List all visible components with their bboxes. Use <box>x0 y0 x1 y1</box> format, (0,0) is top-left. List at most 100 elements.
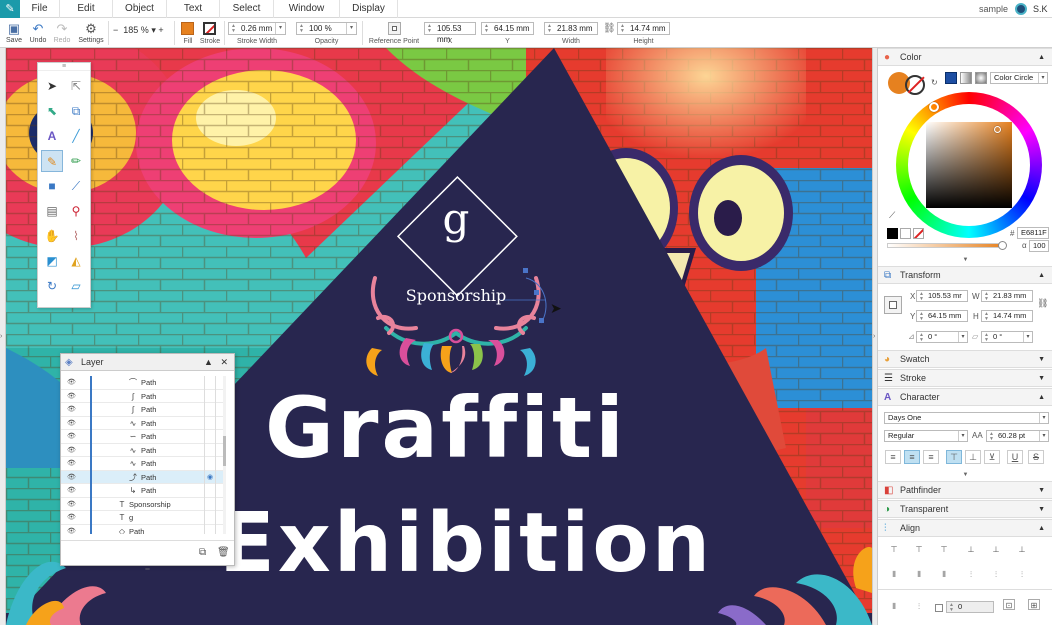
eyedropper-icon[interactable]: ⟋ <box>889 210 895 221</box>
distribute-center-icon[interactable]: ⫴ <box>913 569 925 580</box>
pathfinder-panel-header[interactable]: ◧ Pathfinder ▼ <box>878 481 1052 499</box>
rotate-tool-icon[interactable]: ↻ <box>41 275 63 297</box>
align-panel-header[interactable]: ⫶ Align ▲ <box>878 519 1052 537</box>
text-tool-icon[interactable]: A <box>41 125 63 147</box>
visibility-eye-icon[interactable]: 👁 <box>67 417 76 430</box>
transparent-panel-header[interactable]: ◑ Transparent ▼ <box>878 500 1052 518</box>
transform-x-input[interactable]: ▲ ▼ 105.53 mr <box>916 290 968 302</box>
layer-row[interactable]: 👁 ↳ Path <box>61 484 223 498</box>
gradient-tool-icon[interactable]: ▤ <box>41 200 63 222</box>
sponsorship-text[interactable]: Sponsorship <box>394 286 518 305</box>
align-bottom-center-icon[interactable]: ⊥ <box>990 544 1002 555</box>
font-family-select[interactable]: Days One ▾ <box>884 412 1049 424</box>
color-mode-select[interactable]: Color Circle ▾ <box>990 72 1048 84</box>
x-field[interactable]: ▲ ▼ 105.53 mm <box>424 22 476 44</box>
resize-grip-icon[interactable]: ═ <box>61 567 234 573</box>
reflect-tool-icon[interactable]: ◭ <box>65 250 87 272</box>
visibility-eye-icon[interactable]: 👁 <box>67 390 76 403</box>
current-stroke-color[interactable] <box>905 75 925 95</box>
font-size-input[interactable]: ▲ ▼ 60.28 pt ▾ <box>986 430 1049 442</box>
pen-tool-icon[interactable]: ✎ <box>41 150 63 172</box>
artboard-tool-icon[interactable]: ▱ <box>65 275 87 297</box>
vertical-align-middle-icon[interactable]: ⊥ <box>965 450 981 464</box>
space-horizontal-icon[interactable]: ⫴ <box>888 601 900 612</box>
y-field[interactable]: ▲ ▼ 64.15 mm <box>481 22 534 35</box>
black-swatch[interactable] <box>887 228 898 239</box>
swatch-panel-header[interactable]: ◕ Swatch ▼ <box>878 350 1052 368</box>
menu-text[interactable]: Text <box>167 0 220 18</box>
align-to-selection-icon[interactable]: ⊞ <box>1028 599 1040 610</box>
distribute-middle-icon[interactable]: ⫶ <box>990 569 1002 580</box>
visibility-eye-icon[interactable]: 👁 <box>67 484 76 497</box>
fill-swatch[interactable] <box>181 22 194 35</box>
app-logo-icon[interactable]: ✎ <box>0 0 20 18</box>
visibility-eye-icon[interactable]: 👁 <box>67 498 76 511</box>
visibility-eye-icon[interactable]: 👁 <box>67 457 76 470</box>
underline-icon[interactable]: U <box>1007 450 1023 464</box>
zoom-dropdown-icon[interactable]: ▾ <box>151 25 156 35</box>
color-more-icon[interactable]: ▼ <box>878 257 1052 264</box>
reference-point-icon[interactable] <box>388 22 401 35</box>
stroke-width-field[interactable]: ▲ ▼ 0.26 mm ▾ <box>228 22 286 35</box>
transform-panel-header[interactable]: ⧉ Transform ▲ <box>878 266 1052 284</box>
target-indicator-icon[interactable]: ◉ <box>207 471 213 484</box>
align-bottom-right-icon[interactable]: ⊥ <box>1016 544 1028 555</box>
color-panel-header[interactable]: ● Color ▲ <box>878 48 1052 66</box>
title-line-1[interactable]: Graffiti <box>236 378 656 478</box>
link-proportions-icon[interactable]: ⛓ <box>1037 298 1048 309</box>
stroke-swatch[interactable] <box>203 22 216 35</box>
layer-panel-header[interactable]: ◈ Layer ▲ ✕ <box>61 354 234 371</box>
new-layer-icon[interactable]: ⧉ <box>199 547 206 558</box>
rectangle-tool-icon[interactable]: ■ <box>41 175 63 197</box>
visibility-eye-icon[interactable]: 👁 <box>67 471 76 484</box>
trash-icon[interactable]: 🗑 <box>217 547 230 558</box>
linear-gradient-mode[interactable] <box>960 72 972 84</box>
font-style-select[interactable]: Regular ▾ <box>884 430 968 442</box>
space-vertical-icon[interactable]: ⫶ <box>913 601 925 612</box>
transform-reference-icon[interactable] <box>884 296 902 314</box>
avatar[interactable] <box>1015 3 1027 15</box>
solid-color-mode[interactable] <box>945 72 957 84</box>
pencil-tool-icon[interactable]: ✏ <box>65 150 87 172</box>
collapse-icon[interactable]: ▲ <box>204 357 213 367</box>
distribute-left-icon[interactable]: ⫴ <box>888 569 900 580</box>
layer-scrollbar[interactable] <box>223 376 226 534</box>
menu-display[interactable]: Display <box>340 0 398 18</box>
menu-object[interactable]: Object <box>113 0 167 18</box>
visibility-eye-icon[interactable]: 👁 <box>67 376 76 389</box>
visibility-eye-icon[interactable]: 👁 <box>67 511 76 524</box>
visibility-eye-icon[interactable]: 👁 <box>67 403 76 416</box>
constrain-proportions-icon[interactable]: ⛓ <box>603 23 616 34</box>
layer-row[interactable]: 👁 ◇ Path <box>61 524 223 534</box>
spacing-input[interactable]: ▲ ▼ 0 <box>946 601 994 613</box>
layer-row[interactable]: 👁 ⌒ Path <box>61 376 223 390</box>
alpha-slider[interactable] <box>887 241 1007 250</box>
align-bottom-left-icon[interactable]: ⊥ <box>965 544 977 555</box>
menu-file[interactable]: File <box>20 0 60 18</box>
direct-selection-tool-icon[interactable]: ⇱ <box>65 75 87 97</box>
zoom-out-icon[interactable]: − <box>113 25 118 35</box>
align-top-right-icon[interactable]: ⊤ <box>938 544 950 555</box>
align-top-center-icon[interactable]: ⊤ <box>913 544 925 555</box>
align-center-icon[interactable]: ≡ <box>904 450 920 464</box>
title-line-2[interactable]: Exhibition <box>186 494 746 594</box>
hand-tool-icon[interactable]: ✋ <box>41 225 63 247</box>
use-spacing-checkbox[interactable] <box>935 604 943 612</box>
stroke-panel-header[interactable]: ☰ Stroke ▼ <box>878 369 1052 387</box>
align-right-icon[interactable]: ≡ <box>923 450 939 464</box>
menu-edit[interactable]: Edit <box>60 0 113 18</box>
strikethrough-icon[interactable]: S <box>1028 450 1044 464</box>
align-left-icon[interactable]: ≡ <box>885 450 901 464</box>
monogram-text[interactable]: g <box>433 196 479 242</box>
layer-row[interactable]: 👁 ∿ Path <box>61 416 223 430</box>
eyedropper-tool-icon[interactable]: ⟋ <box>65 175 87 197</box>
vertical-align-top-icon[interactable]: ⊤ <box>946 450 962 464</box>
character-panel-header[interactable]: A Character ▲ <box>878 388 1052 406</box>
menu-window[interactable]: Window <box>274 0 340 18</box>
none-swatch[interactable] <box>913 228 924 239</box>
undo-button[interactable]: ↶ Undo <box>26 20 50 44</box>
height-field[interactable]: ▲ ▼ 14.74 mm <box>617 22 670 35</box>
transform-tool-icon[interactable]: ⧉ <box>65 100 87 122</box>
layer-row[interactable]: 👁 ∿ Path <box>61 443 223 457</box>
alpha-input[interactable]: 100 <box>1029 240 1049 252</box>
